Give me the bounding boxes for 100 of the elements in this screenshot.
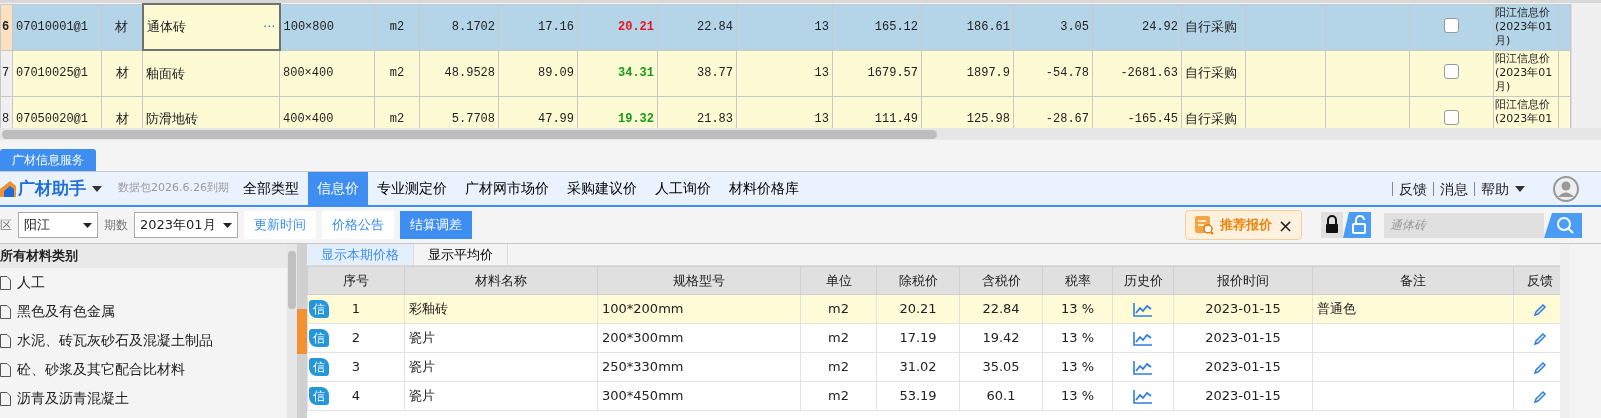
avatar-icon[interactable]: [1553, 175, 1579, 202]
nav-tab[interactable]: 广材网市场价: [456, 172, 558, 205]
table-cell: 材: [115, 65, 129, 81]
nav-tab[interactable]: 全部类型: [234, 172, 308, 205]
table-cell: 彩釉砖: [409, 301, 448, 317]
table-cell: 2023-01-15: [1205, 301, 1281, 317]
category-item[interactable]: 人工: [17, 272, 45, 293]
column-header: 序号: [343, 272, 369, 288]
search-field[interactable]: 通体砖: [1383, 212, 1544, 238]
filter-button[interactable]: 更新时间: [244, 211, 316, 239]
search-icon[interactable]: [1543, 212, 1582, 238]
table-cell: 瓷片: [409, 330, 435, 346]
table-cell: 19.32: [618, 112, 654, 126]
period-select[interactable]: 2023年01月: [134, 212, 238, 238]
info-badge: 信: [309, 329, 329, 347]
period-label: 期数: [104, 217, 128, 234]
scrollbar-thumb[interactable]: [2, 129, 937, 139]
nav-tab[interactable]: 专业测定价: [368, 172, 456, 205]
table-cell: m2: [828, 388, 849, 404]
column-header: 反馈: [1526, 272, 1553, 288]
scrollbar[interactable]: [1571, 3, 1601, 128]
table-row[interactable]: 信 2 瓷片 200*300mm m2 17.19 19.42 13 % 2023-01-15: [307, 323, 1560, 353]
table-row[interactable]: 信 3 瓷片 250*330mm m2 31.02 35.05 13 % 2023-01-15: [307, 352, 1560, 382]
recommend-label: 推荐报价: [1219, 216, 1272, 235]
info-badge: 信: [309, 387, 329, 405]
table-cell: 38.77: [697, 66, 733, 80]
row-header[interactable]: 8: [0, 96, 13, 128]
lock-icon[interactable]: [1321, 212, 1343, 238]
table-cell: 2023-01-15: [1205, 359, 1281, 375]
table-cell: 自行采购: [1185, 65, 1237, 81]
header-link[interactable]: 反馈: [1392, 181, 1433, 196]
table-cell: 89.09: [538, 66, 574, 80]
filter-button[interactable]: 价格公告: [322, 211, 394, 239]
pencil-icon[interactable]: [1532, 302, 1547, 317]
scrollbar-thumb[interactable]: [288, 251, 296, 309]
header-link[interactable]: 帮助: [1474, 181, 1515, 196]
row-header[interactable]: 6: [0, 4, 13, 50]
row-header[interactable]: 7: [0, 50, 13, 96]
price-tab[interactable]: 显示平均价: [414, 244, 508, 265]
header-link[interactable]: 消息: [1433, 181, 1474, 196]
file-icon: [0, 391, 11, 406]
caret-icon[interactable]: [1515, 185, 1525, 192]
scrollbar[interactable]: [1560, 244, 1570, 418]
column-header: 税率: [1064, 272, 1091, 288]
collapse-handle[interactable]: [297, 308, 307, 354]
table-cell: 100×800: [283, 20, 334, 34]
table-cell: 2023-01-15: [1205, 330, 1281, 346]
table-cell: 47.99: [538, 112, 574, 126]
category-item[interactable]: 黑色及有色金属: [17, 301, 115, 322]
table-cell: 100*200mm: [602, 301, 684, 317]
category-item[interactable]: 沥青及沥青混凝土: [17, 388, 129, 409]
table-cell: 111.49: [874, 112, 918, 126]
table-cell: -2681.63: [1120, 66, 1178, 80]
table-cell-text: 通体砖: [146, 18, 186, 37]
table-cell: 材: [115, 111, 129, 127]
column-header: 材料名称: [475, 272, 527, 288]
table-row[interactable]: 信 4 瓷片 300*450mm m2 53.19 60.1 13 % 2023-01-15: [307, 381, 1560, 411]
table-row[interactable]: 信 1 彩釉砖 100*200mm m2 20.21 22.84 13 % 2023-01-15 普通色: [307, 294, 1560, 324]
ellipsis-button[interactable]: ···: [263, 17, 276, 37]
table-cell: -28.67: [1045, 112, 1089, 126]
table-cell: 8.1702: [451, 20, 495, 34]
nav-tab[interactable]: 人工询价: [646, 172, 720, 205]
line-chart-icon[interactable]: [1133, 331, 1153, 346]
line-chart-icon[interactable]: [1133, 360, 1153, 375]
line-chart-icon[interactable]: [1133, 389, 1153, 404]
pencil-icon[interactable]: [1532, 360, 1547, 375]
recommend-chip[interactable]: 推荐报价 ×: [1184, 210, 1302, 240]
table-cell: -54.78: [1045, 66, 1089, 80]
pencil-icon[interactable]: [1532, 389, 1547, 404]
table-cell: 07010001@1: [16, 20, 88, 34]
nav-tab[interactable]: 采购建议价: [558, 172, 646, 205]
checkbox[interactable]: [1444, 110, 1459, 125]
table-cell: 普通色: [1317, 301, 1356, 317]
file-icon: [0, 304, 11, 319]
table-cell-text: 阳江信息价(2023年01月): [1495, 51, 1554, 95]
app-logo: 广材助手: [18, 176, 86, 200]
checkbox[interactable]: [1444, 18, 1459, 33]
table-cell-text: 阳江信息价(2023年01月): [1495, 5, 1554, 49]
line-chart-icon[interactable]: [1133, 302, 1153, 317]
checkbox[interactable]: [1444, 64, 1459, 79]
pencil-icon[interactable]: [1532, 331, 1547, 346]
nav-tab[interactable]: 材料价格库: [720, 172, 808, 205]
info-badge: 信: [309, 300, 329, 318]
table-cell: 22.84: [697, 20, 733, 34]
table-cell: 13 %: [1061, 359, 1094, 375]
table-cell: 1897.9: [966, 66, 1010, 80]
column-header: 单位: [825, 272, 852, 288]
table-cell: 13 %: [1061, 330, 1094, 346]
column-header: 除税价: [898, 272, 938, 288]
table-cell: 13: [814, 66, 829, 80]
table-cell-text: 3: [350, 358, 362, 377]
table-cell: 34.31: [618, 66, 654, 80]
category-item[interactable]: 砼、砂浆及其它配合比材料: [17, 359, 185, 380]
close-button[interactable]: ×: [1277, 211, 1293, 239]
table-cell: 21.83: [697, 112, 733, 126]
table-cell: 300*450mm: [602, 388, 684, 404]
category-item[interactable]: 水泥、砖瓦灰砂石及混凝土制品: [17, 330, 213, 351]
table-cell: 3.05: [1060, 20, 1089, 34]
caret-icon[interactable]: [92, 185, 102, 192]
region-select[interactable]: 阳江: [18, 212, 98, 238]
